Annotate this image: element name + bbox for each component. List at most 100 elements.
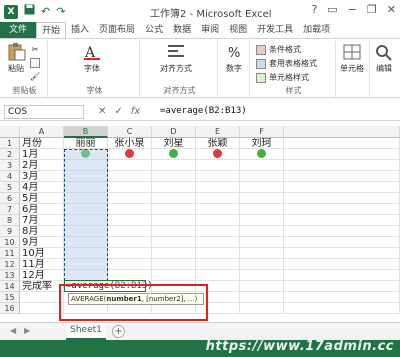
- close-button[interactable]: ✕: [387, 3, 396, 16]
- cell-e14[interactable]: [196, 281, 240, 292]
- cell-c11[interactable]: [108, 248, 152, 259]
- cell-filler[interactable]: [284, 182, 400, 193]
- row-header-15[interactable]: 15: [0, 292, 20, 303]
- row-header-9[interactable]: 9: [0, 226, 20, 237]
- number-button[interactable]: % 数字: [224, 43, 244, 74]
- cell-d9[interactable]: [152, 226, 196, 237]
- undo-icon[interactable]: ↶: [41, 5, 50, 19]
- tab-file[interactable]: 文件: [0, 22, 37, 38]
- cell-filler[interactable]: [284, 281, 400, 292]
- tab-review[interactable]: 审阅: [196, 22, 224, 38]
- cell-b2[interactable]: [64, 149, 108, 160]
- column-header-d[interactable]: D: [152, 126, 196, 138]
- alignment-button[interactable]: 对齐方式: [160, 43, 192, 74]
- cell-filler[interactable]: [284, 292, 400, 303]
- cell-d5[interactable]: [152, 182, 196, 193]
- tab-insert[interactable]: 插入: [66, 22, 94, 38]
- cell-d2[interactable]: [152, 149, 196, 160]
- cell-e2[interactable]: [196, 149, 240, 160]
- cell-filler[interactable]: [284, 204, 400, 215]
- cell-filler[interactable]: [284, 160, 400, 171]
- cell-a9[interactable]: 8月: [20, 226, 64, 237]
- cell-filler[interactable]: [284, 270, 400, 281]
- sheet-tab-sheet1[interactable]: Sheet1: [66, 323, 106, 340]
- cell-b11[interactable]: [64, 248, 108, 259]
- cell-c3[interactable]: [108, 160, 152, 171]
- row-header-11[interactable]: 11: [0, 248, 20, 259]
- cell-b6[interactable]: [64, 193, 108, 204]
- cell-d3[interactable]: [152, 160, 196, 171]
- column-header-b[interactable]: B: [64, 126, 108, 138]
- cell-filler[interactable]: [284, 138, 400, 149]
- tab-data[interactable]: 数据: [168, 22, 196, 38]
- cell-a13[interactable]: 12月: [20, 270, 64, 281]
- cell-a1[interactable]: 月份: [20, 138, 64, 149]
- cell-f3[interactable]: [240, 160, 284, 171]
- cell-filler[interactable]: [284, 171, 400, 182]
- font-button[interactable]: A 字体: [82, 43, 102, 74]
- cell-e7[interactable]: [196, 204, 240, 215]
- cell-b1[interactable]: 丽丽: [64, 138, 108, 149]
- cell-c2[interactable]: [108, 149, 152, 160]
- select-all-corner[interactable]: [0, 126, 20, 138]
- cell-a7[interactable]: 6月: [20, 204, 64, 215]
- cell-c10[interactable]: [108, 237, 152, 248]
- cell-a5[interactable]: 4月: [20, 182, 64, 193]
- tab-view[interactable]: 视图: [224, 22, 252, 38]
- cells-button[interactable]: 单元格: [340, 43, 364, 74]
- ribbon-display-button[interactable]: ▭: [327, 3, 337, 16]
- cell-c8[interactable]: [108, 215, 152, 226]
- restore-button[interactable]: ❐: [367, 3, 377, 16]
- cell-e1[interactable]: 张颖: [196, 138, 240, 149]
- row-header-4[interactable]: 4: [0, 171, 20, 182]
- format-painter-icon[interactable]: 🖌: [30, 72, 40, 81]
- row-header-8[interactable]: 8: [0, 215, 20, 226]
- cell-filler[interactable]: [284, 259, 400, 270]
- cell-f15[interactable]: [240, 292, 284, 303]
- cell-a2[interactable]: 1月: [20, 149, 64, 160]
- cell-e6[interactable]: [196, 193, 240, 204]
- cell-a15[interactable]: [20, 292, 64, 303]
- cell-c7[interactable]: [108, 204, 152, 215]
- cell-f12[interactable]: [240, 259, 284, 270]
- editing-cell-b14[interactable]: =average(B2:B13): [64, 280, 153, 292]
- cell-d12[interactable]: [152, 259, 196, 270]
- cell-f6[interactable]: [240, 193, 284, 204]
- row-header-10[interactable]: 10: [0, 237, 20, 248]
- paste-button[interactable]: 粘贴: [6, 43, 26, 74]
- row-header-3[interactable]: 3: [0, 160, 20, 171]
- cell-d8[interactable]: [152, 215, 196, 226]
- row-header-6[interactable]: 6: [0, 193, 20, 204]
- cell-b12[interactable]: [64, 259, 108, 270]
- copy-icon[interactable]: [30, 58, 41, 68]
- cell-f1[interactable]: 刘珂: [240, 138, 284, 149]
- cell-filler[interactable]: [284, 149, 400, 160]
- cell-a6[interactable]: 5月: [20, 193, 64, 204]
- cell-a14[interactable]: 完成率: [20, 281, 64, 292]
- cell-a8[interactable]: 7月: [20, 215, 64, 226]
- cell-a3[interactable]: 2月: [20, 160, 64, 171]
- cell-f16[interactable]: [240, 303, 284, 314]
- cell-d14[interactable]: [152, 281, 196, 292]
- cell-b5[interactable]: [64, 182, 108, 193]
- cell-e9[interactable]: [196, 226, 240, 237]
- cell-c5[interactable]: [108, 182, 152, 193]
- cell-d7[interactable]: [152, 204, 196, 215]
- tab-page-layout[interactable]: 页面布局: [94, 22, 140, 38]
- cell-a12[interactable]: 11月: [20, 259, 64, 270]
- row-header-1[interactable]: 1: [0, 138, 20, 149]
- cell-b10[interactable]: [64, 237, 108, 248]
- row-header-5[interactable]: 5: [0, 182, 20, 193]
- row-header-14[interactable]: 14: [0, 281, 20, 292]
- cell-d4[interactable]: [152, 171, 196, 182]
- formula-input[interactable]: =average(B2:B13): [158, 105, 396, 119]
- cell-e12[interactable]: [196, 259, 240, 270]
- row-header-16[interactable]: 16: [0, 303, 20, 314]
- cell-filler[interactable]: [284, 248, 400, 259]
- cell-a11[interactable]: 10月: [20, 248, 64, 259]
- cell-e3[interactable]: [196, 160, 240, 171]
- column-header-c[interactable]: C: [108, 126, 152, 138]
- tab-formulas[interactable]: 公式: [140, 22, 168, 38]
- tab-developer[interactable]: 开发工具: [252, 22, 298, 38]
- cell-e11[interactable]: [196, 248, 240, 259]
